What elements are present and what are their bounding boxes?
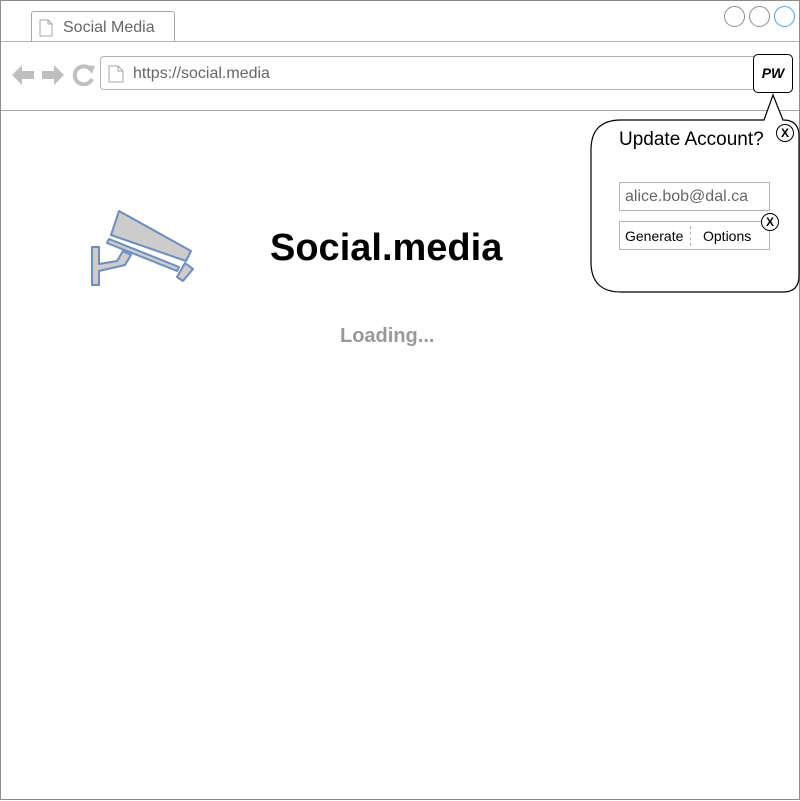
clear-field-button[interactable]: X	[761, 213, 779, 231]
button-divider	[690, 226, 691, 246]
email-field[interactable]	[619, 182, 770, 211]
options-button[interactable]: Options	[703, 228, 751, 244]
popup-title: Update Account?	[619, 129, 764, 150]
tab-social-media[interactable]: Social Media	[31, 11, 175, 41]
address-bar[interactable]: https://social.media	[100, 56, 792, 90]
tab-label: Social Media	[63, 19, 155, 36]
maximize-button[interactable]	[749, 6, 770, 27]
minimize-button[interactable]	[724, 6, 745, 27]
site-title: Social.media	[270, 227, 503, 269]
page-icon	[39, 19, 53, 37]
url-text: https://social.media	[133, 65, 270, 82]
security-camera-icon	[91, 210, 194, 286]
forward-arrow-icon[interactable]	[41, 64, 65, 86]
action-button-group: Generate Options	[619, 221, 770, 250]
loading-status: Loading...	[340, 325, 435, 347]
close-window-button[interactable]	[774, 6, 795, 27]
tab-strip: Social Media	[1, 1, 799, 42]
close-popup-button[interactable]: X	[776, 124, 794, 142]
back-arrow-icon[interactable]	[11, 64, 35, 86]
page-icon	[108, 65, 124, 83]
reload-icon[interactable]	[72, 64, 96, 86]
generate-button[interactable]: Generate	[625, 228, 683, 244]
browser-window: Social Media https://social.media PW Soc…	[0, 0, 800, 800]
password-extension-button[interactable]: PW	[753, 54, 793, 93]
